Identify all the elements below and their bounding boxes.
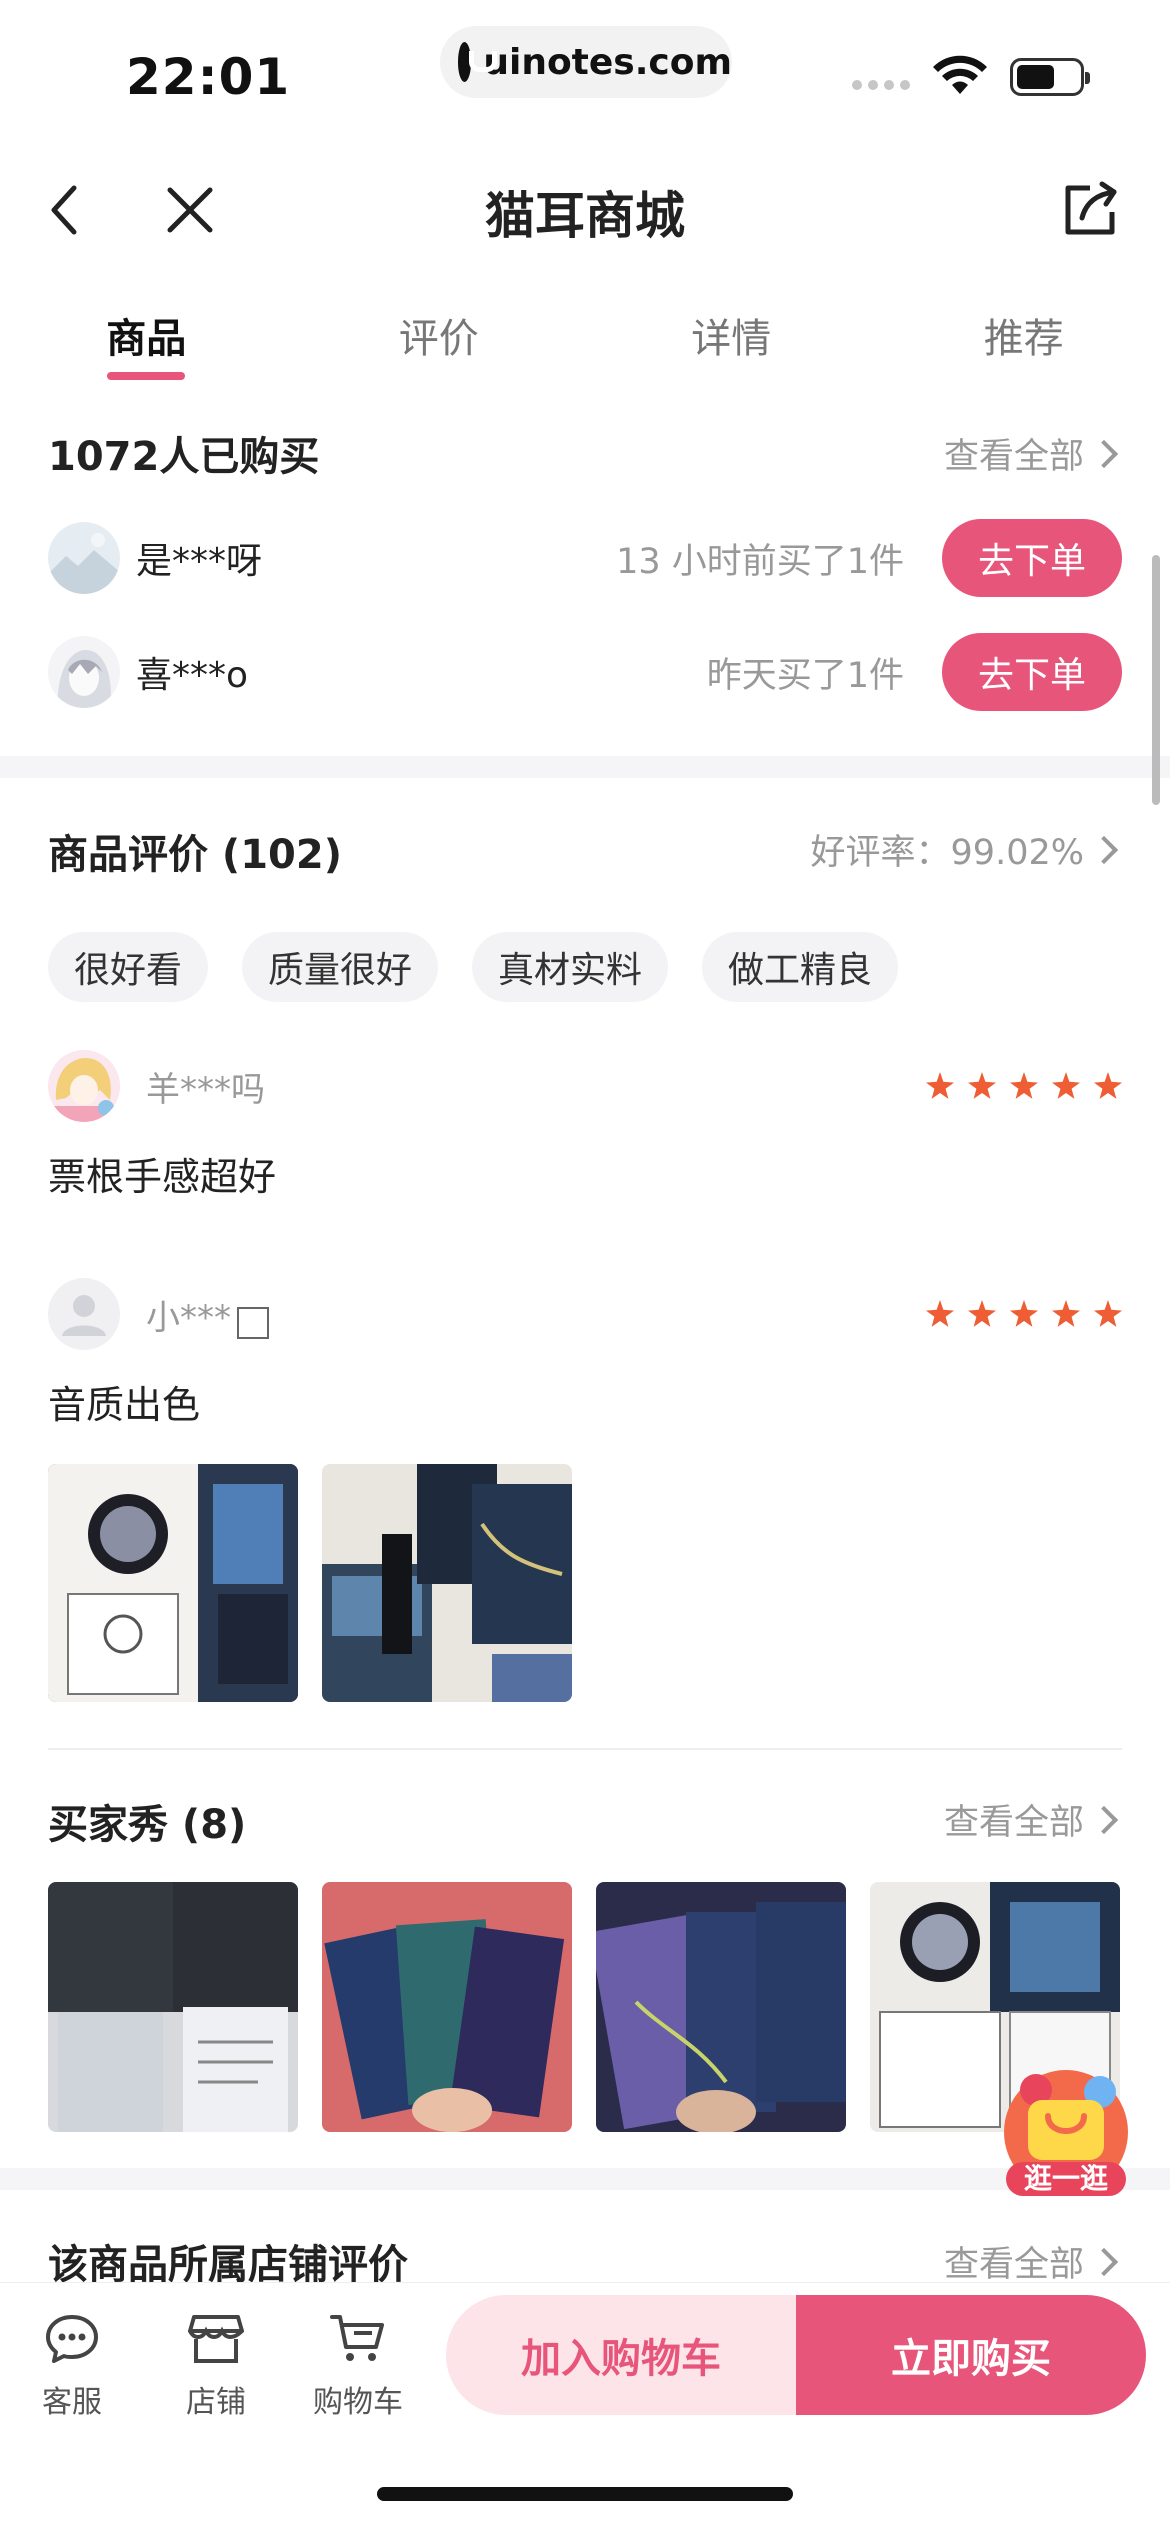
chevron-right-icon xyxy=(1089,1805,1119,1834)
buyer-show-photo[interactable] xyxy=(48,1882,298,2132)
buyer-time: 13 小时前买了1件 xyxy=(616,541,904,582)
section-separator xyxy=(48,1748,1122,1750)
cart-button[interactable]: 购物车 xyxy=(298,2313,418,2421)
browse-floating-button[interactable]: 逛一逛 xyxy=(996,2060,1136,2200)
tab-reviews[interactable]: 评价 xyxy=(293,300,586,390)
star-icon xyxy=(968,1072,996,1099)
cart-label: 购物车 xyxy=(313,2385,403,2420)
battery-icon xyxy=(1010,58,1090,96)
review-text: 票根手感超好 xyxy=(48,1155,277,1199)
customer-service-button[interactable]: 客服 xyxy=(12,2313,132,2421)
star-icon xyxy=(926,1072,954,1099)
tab-goods[interactable]: 商品 xyxy=(0,300,293,390)
buyer-show-photo[interactable] xyxy=(322,1882,572,2132)
positive-rate: 好评率：99.02% xyxy=(810,833,1084,873)
page-title: 猫耳商城 xyxy=(485,187,685,245)
star-icon xyxy=(1052,1300,1080,1327)
star-icon xyxy=(968,1300,996,1327)
wifi-icon xyxy=(933,55,987,94)
star-icon xyxy=(1010,1072,1038,1099)
browse-label: 逛一逛 xyxy=(1023,2162,1108,2195)
review-photo[interactable] xyxy=(48,1464,298,1702)
review-tag[interactable]: 很好看 xyxy=(48,932,209,1002)
star-icon xyxy=(1052,1072,1080,1099)
buyer-show-photo[interactable] xyxy=(596,1882,846,2132)
signal-icon xyxy=(852,80,910,90)
buyer-show-title: 买家秀 (8) xyxy=(48,1802,247,1848)
review-header: 羊***吗 xyxy=(48,1050,1122,1122)
status-time: 22:01 xyxy=(126,48,291,106)
star-rating xyxy=(926,1300,1122,1328)
reviewer-name-text: 小*** xyxy=(146,1297,231,1338)
reviewer-name: 小*** xyxy=(146,1289,926,1339)
chevron-right-icon xyxy=(1089,2247,1119,2276)
buyers-view-all-label: 查看全部 xyxy=(943,437,1084,477)
reviewer-name: 羊***吗 xyxy=(146,1069,265,1110)
tab-recommend[interactable]: 推荐 xyxy=(878,300,1170,390)
section-divider xyxy=(0,756,1170,778)
chevron-right-icon xyxy=(1089,439,1119,468)
buy-now-button[interactable]: 立即购买 xyxy=(796,2295,1146,2415)
store-icon xyxy=(188,2315,244,2363)
section-divider xyxy=(0,2168,1170,2190)
nav-bar: 猫耳商城 xyxy=(0,160,1170,250)
review-tag[interactable]: 真材实料 xyxy=(472,932,669,1002)
reviews-rating-link[interactable]: 好评率：99.02% xyxy=(811,824,1120,875)
tab-details[interactable]: 详情 xyxy=(585,300,878,390)
review-text: 音质出色 xyxy=(48,1383,201,1427)
store-label: 店铺 xyxy=(186,2385,246,2420)
place-order-button[interactable]: 去下单 xyxy=(942,633,1122,711)
avatar xyxy=(48,636,120,708)
star-icon xyxy=(1010,1300,1038,1327)
site-logo-icon xyxy=(458,42,499,82)
avatar xyxy=(48,1278,120,1350)
buyers-view-all-link[interactable]: 查看全部 xyxy=(944,428,1120,479)
chevron-right-icon xyxy=(1089,835,1119,864)
reviews-title: 商品评价 (102) xyxy=(48,832,342,878)
buyers-title: 1072人已购买 xyxy=(48,434,320,480)
buyer-show-view-all-link[interactable]: 查看全部 xyxy=(944,1794,1120,1845)
review-tag[interactable]: 质量很好 xyxy=(242,932,439,1002)
add-to-cart-button[interactable]: 加入购物车 xyxy=(446,2295,796,2415)
place-order-button[interactable]: 去下单 xyxy=(942,519,1122,597)
buyer-row: 是***呀 13 小时前买了1件 去下单 xyxy=(48,518,1122,598)
status-bar: 22:01 uinotes.com xyxy=(0,0,1170,140)
url-pill[interactable]: uinotes.com xyxy=(440,26,732,98)
buyer-row: 喜***o 昨天买了1件 去下单 xyxy=(48,632,1122,712)
buyer-time: 昨天买了1件 xyxy=(706,655,904,696)
review-photo[interactable] xyxy=(322,1464,572,1702)
scrollbar[interactable] xyxy=(1152,555,1160,805)
buyer-name: 是***呀 xyxy=(136,541,263,582)
cart-icon xyxy=(330,2315,384,2361)
star-icon xyxy=(926,1300,954,1327)
review-header: 小*** xyxy=(48,1278,1122,1350)
share-icon[interactable] xyxy=(1060,180,1120,240)
chat-icon xyxy=(46,2315,98,2363)
buyer-name: 喜***o xyxy=(136,655,249,696)
review-tags: 很好看 质量很好 真材实料 做工精良 xyxy=(48,932,899,1002)
star-rating xyxy=(926,1072,1122,1100)
store-reviews-view-all-link[interactable]: 查看全部 xyxy=(944,2236,1120,2287)
review-tag[interactable]: 做工精良 xyxy=(702,932,899,1002)
avatar xyxy=(48,522,120,594)
buyer-show-view-all-label: 查看全部 xyxy=(943,1803,1084,1843)
missing-glyph-icon xyxy=(237,1307,269,1339)
avatar xyxy=(48,1050,120,1122)
store-reviews-view-all-label: 查看全部 xyxy=(943,2245,1084,2285)
store-button[interactable]: 店铺 xyxy=(156,2313,276,2421)
url-text: uinotes.com xyxy=(483,41,732,83)
tab-bar: 商品 评价 详情 推荐 xyxy=(0,300,1170,390)
star-icon xyxy=(1094,1072,1122,1099)
star-icon xyxy=(1094,1300,1122,1327)
customer-service-label: 客服 xyxy=(42,2385,102,2420)
home-indicator[interactable] xyxy=(377,2487,793,2501)
